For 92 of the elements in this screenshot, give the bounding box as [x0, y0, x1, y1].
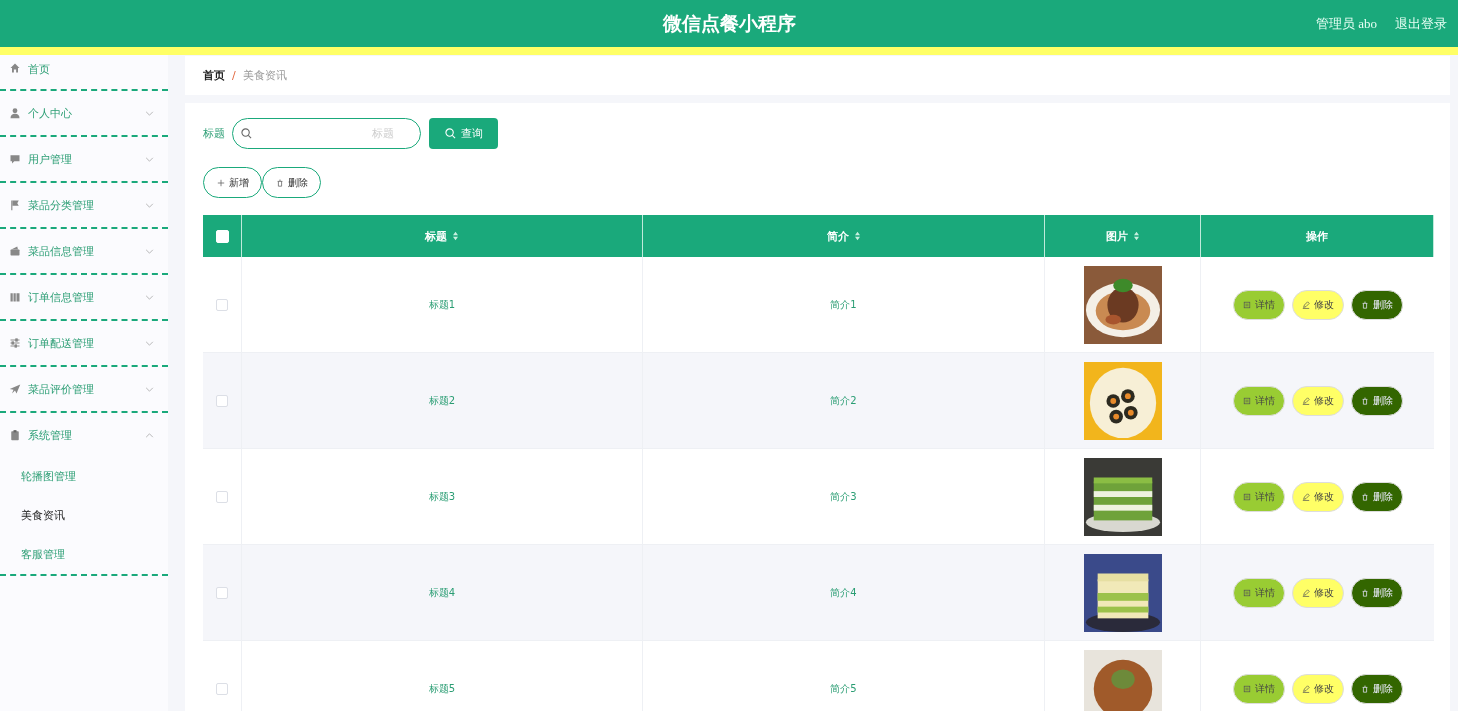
- trash-icon: [1360, 300, 1369, 309]
- row-checkbox[interactable]: [216, 394, 228, 407]
- details-button[interactable]: 详情: [1232, 481, 1285, 512]
- pencil-icon: [1301, 300, 1310, 309]
- delete-button[interactable]: 删除: [1350, 385, 1403, 416]
- sidebar-item[interactable]: 菜品评价管理: [0, 367, 168, 411]
- sidebar-item[interactable]: 个人中心: [0, 91, 168, 135]
- sidebar-item[interactable]: 订单信息管理: [0, 275, 168, 319]
- table-cell: 简介3: [830, 489, 857, 504]
- trash-icon: [1360, 396, 1369, 405]
- clipboard-icon: [9, 429, 21, 441]
- table-cell: 简介4: [830, 585, 857, 600]
- document-icon: [1242, 300, 1251, 309]
- table-cell: 标题5: [428, 681, 456, 696]
- plus-icon: [216, 178, 225, 187]
- edit-button[interactable]: 修改: [1291, 385, 1344, 416]
- sidebar-item[interactable]: 首页: [0, 55, 168, 89]
- table-cell: 标题2: [428, 393, 456, 408]
- paper-plane-icon: [9, 383, 21, 395]
- chevron-icon: [145, 248, 154, 254]
- user-icon: [9, 107, 21, 119]
- breadcrumb-link[interactable]: 首页: [203, 68, 225, 83]
- chevron-icon: [145, 340, 154, 346]
- user-name: 管理员 abo: [1315, 14, 1377, 33]
- pencil-icon: [1301, 396, 1310, 405]
- row-checkbox[interactable]: [216, 298, 228, 311]
- sidebar-subitem[interactable]: 美食资讯: [0, 496, 168, 535]
- row-checkbox[interactable]: [216, 682, 228, 695]
- trash-icon: [1360, 588, 1369, 597]
- details-button[interactable]: 详情: [1232, 673, 1285, 704]
- delete-button[interactable]: 删除: [1350, 673, 1403, 704]
- table-cell: 简介5: [830, 681, 857, 696]
- search-label: 标题: [203, 126, 225, 141]
- trash-icon: [1360, 684, 1369, 693]
- edit-button[interactable]: 修改: [1291, 577, 1344, 608]
- chevron-icon: [145, 432, 154, 438]
- table-cell: 标题1: [428, 297, 456, 312]
- delete-button[interactable]: 删除: [1350, 481, 1403, 512]
- app-title: 微信点餐小程序: [661, 10, 797, 36]
- delete-button[interactable]: 删除: [262, 167, 321, 198]
- table-cell: 简介1: [830, 297, 857, 312]
- table-cell: 简介2: [830, 393, 857, 408]
- home-icon: [9, 62, 21, 74]
- table-cell: 标题4: [428, 585, 456, 600]
- sort-icon: [1132, 231, 1140, 241]
- details-button[interactable]: 详情: [1232, 385, 1285, 416]
- details-button[interactable]: 详情: [1232, 577, 1285, 608]
- search-button[interactable]: 查询: [429, 118, 498, 149]
- chevron-icon: [145, 156, 154, 162]
- pencil-icon: [1301, 492, 1310, 501]
- sidebar-subitem[interactable]: 客服管理: [0, 535, 168, 574]
- trash-icon: [1360, 492, 1369, 501]
- document-icon: [1242, 396, 1251, 405]
- breadcrumb-link[interactable]: 美食资讯: [242, 68, 287, 83]
- flag-icon: [9, 199, 21, 211]
- sliders-icon: [9, 337, 21, 349]
- sort-icon: [452, 231, 459, 241]
- sidebar-item[interactable]: 用户管理: [0, 137, 168, 181]
- sidebar-item[interactable]: 菜品信息管理: [0, 229, 168, 273]
- add-button[interactable]: 新增: [203, 167, 262, 198]
- pencil-icon: [1301, 684, 1310, 693]
- sidebar-subitem[interactable]: 轮播图管理: [0, 457, 168, 496]
- sort-icon: [853, 231, 861, 241]
- document-icon: [1242, 588, 1251, 597]
- wallet-icon: [9, 245, 21, 257]
- search-icon: [444, 128, 456, 139]
- row-checkbox[interactable]: [216, 586, 228, 599]
- delete-button[interactable]: 删除: [1350, 289, 1403, 320]
- edit-button[interactable]: 修改: [1291, 673, 1344, 704]
- pencil-icon: [1301, 588, 1310, 597]
- breadcrumb-separator: /: [232, 69, 236, 82]
- chevron-icon: [145, 202, 154, 208]
- chevron-icon: [145, 110, 154, 116]
- sidebar-item[interactable]: 菜品分类管理: [0, 183, 168, 227]
- sidebar-item[interactable]: 订单配送管理: [0, 321, 168, 365]
- select-all-checkbox[interactable]: [215, 229, 229, 243]
- trash-icon: [275, 178, 284, 187]
- delete-button[interactable]: 删除: [1350, 577, 1403, 608]
- table-cell: 标题3: [428, 489, 456, 504]
- details-button[interactable]: 详情: [1232, 289, 1285, 320]
- document-icon: [1242, 492, 1251, 501]
- logout-link[interactable]: 退出登录: [1395, 14, 1447, 33]
- search-icon: [241, 128, 252, 139]
- edit-button[interactable]: 修改: [1291, 481, 1344, 512]
- edit-button[interactable]: 修改: [1291, 289, 1344, 320]
- chat-icon: [9, 153, 21, 165]
- books-icon: [9, 291, 21, 303]
- chevron-icon: [145, 386, 154, 392]
- sidebar-item[interactable]: 系统管理: [0, 413, 168, 457]
- chevron-icon: [145, 294, 154, 300]
- row-checkbox[interactable]: [216, 490, 228, 503]
- document-icon: [1242, 684, 1251, 693]
